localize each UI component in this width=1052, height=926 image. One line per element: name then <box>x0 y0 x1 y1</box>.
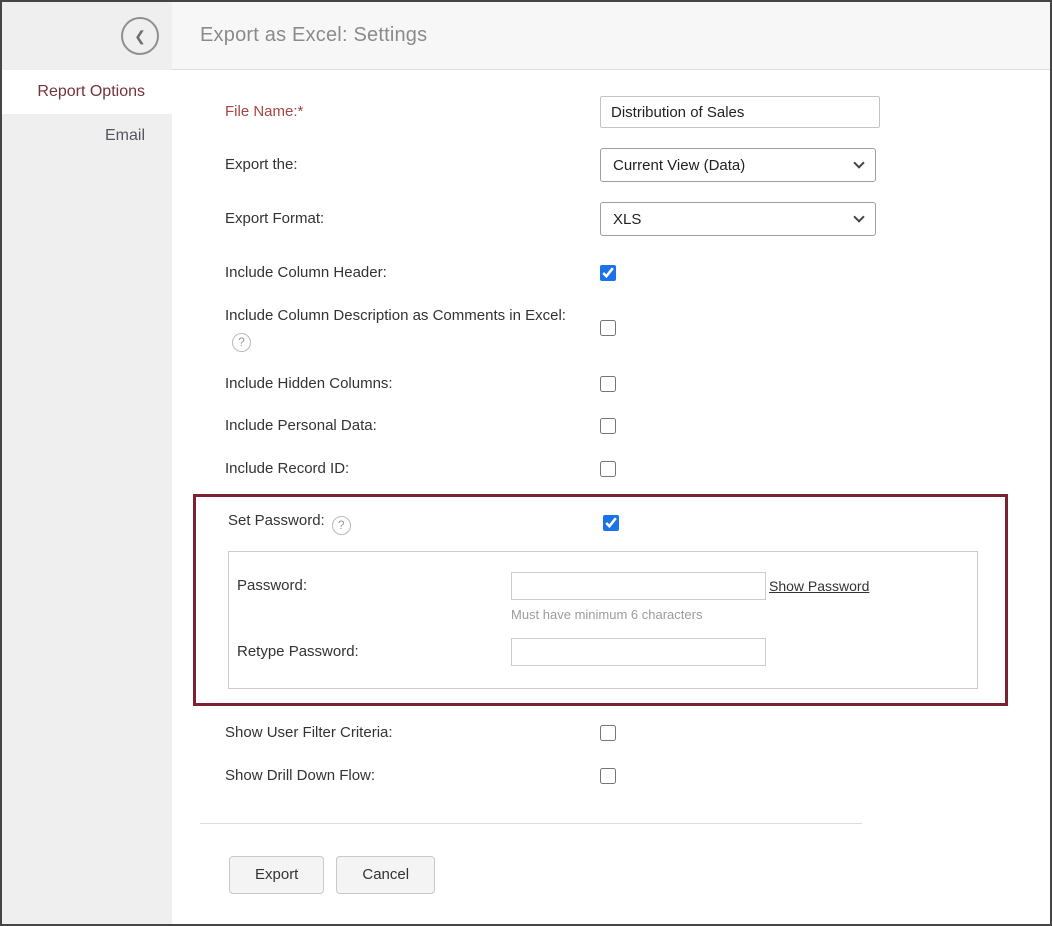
export-format-selected-value: XLS <box>613 211 641 228</box>
export-view-select[interactable]: Current View (Data) <box>600 148 876 182</box>
footer-buttons: Export Cancel <box>225 856 1050 894</box>
include-hidden-columns-row: Include Hidden Columns: <box>225 373 1050 395</box>
include-record-id-label: Include Record ID: <box>225 458 600 480</box>
include-personal-data-checkbox[interactable] <box>600 418 616 434</box>
page-title: Export as Excel: Settings <box>200 24 427 47</box>
help-icon[interactable]: ? <box>332 516 351 535</box>
include-hidden-columns-label: Include Hidden Columns: <box>225 373 600 395</box>
show-user-filter-criteria-label: Show User Filter Criteria: <box>225 722 600 744</box>
show-user-filter-criteria-row: Show User Filter Criteria: <box>225 722 1050 744</box>
sidebar-item-report-options[interactable]: Report Options <box>2 70 172 114</box>
file-name-row: File Name:* <box>225 96 1050 128</box>
password-field-group: Must have minimum 6 characters <box>511 572 766 622</box>
password-fields-box: Password: Must have minimum 6 characters… <box>228 551 978 689</box>
include-record-id-row: Include Record ID: <box>225 458 1050 480</box>
export-view-row: Export the: Current View (Data) <box>225 148 1050 182</box>
help-icon[interactable]: ? <box>232 333 251 352</box>
include-hidden-columns-checkbox[interactable] <box>600 376 616 392</box>
include-column-header-label: Include Column Header: <box>225 262 600 284</box>
sidebar-item-email[interactable]: Email <box>2 114 172 158</box>
file-name-label: File Name:* <box>225 101 600 123</box>
sidebar: ❮ Report Options Email <box>2 2 172 924</box>
sidebar-nav: Report Options Email <box>2 70 172 158</box>
include-column-description-row: Include Column Description as Comments i… <box>225 305 1050 352</box>
include-column-description-checkbox[interactable] <box>600 320 616 336</box>
show-drill-down-flow-row: Show Drill Down Flow: <box>225 765 1050 787</box>
show-drill-down-flow-label: Show Drill Down Flow: <box>225 765 600 787</box>
header: Export as Excel: Settings <box>172 2 1050 70</box>
chevron-down-icon <box>853 211 864 222</box>
back-button[interactable]: ❮ <box>121 17 159 55</box>
show-drill-down-flow-checkbox[interactable] <box>600 768 616 784</box>
cancel-button[interactable]: Cancel <box>336 856 435 894</box>
include-column-header-checkbox[interactable] <box>600 265 616 281</box>
export-format-select[interactable]: XLS <box>600 202 876 236</box>
password-section-annotation: Set Password:? Password: Must have minim… <box>193 494 1008 706</box>
chevron-left-icon: ❮ <box>134 28 146 45</box>
include-personal-data-row: Include Personal Data: <box>225 415 1050 437</box>
include-personal-data-label: Include Personal Data: <box>225 415 600 437</box>
retype-password-input[interactable] <box>511 638 766 666</box>
file-name-input[interactable] <box>600 96 880 128</box>
retype-password-row: Retype Password: <box>237 638 977 666</box>
export-format-row: Export Format: XLS <box>225 202 1050 236</box>
set-password-checkbox[interactable] <box>603 515 619 531</box>
settings-form: File Name:* Export the: Current View (Da… <box>172 70 1050 924</box>
show-password-link[interactable]: Show Password <box>769 572 869 594</box>
password-row: Password: Must have minimum 6 characters… <box>237 572 977 622</box>
divider <box>200 823 862 824</box>
retype-password-label: Retype Password: <box>237 638 511 660</box>
password-label: Password: <box>237 572 511 594</box>
back-button-area: ❮ <box>2 2 172 70</box>
main-panel: Export as Excel: Settings File Name:* Ex… <box>172 2 1050 924</box>
show-user-filter-criteria-checkbox[interactable] <box>600 725 616 741</box>
export-format-label: Export Format: <box>225 208 600 230</box>
set-password-row: Set Password:? <box>228 510 985 535</box>
include-column-description-label: Include Column Description as Comments i… <box>225 305 600 352</box>
export-button[interactable]: Export <box>229 856 324 894</box>
include-column-header-row: Include Column Header: <box>225 262 1050 284</box>
password-hint: Must have minimum 6 characters <box>511 607 766 622</box>
export-view-selected-value: Current View (Data) <box>613 157 745 174</box>
include-record-id-checkbox[interactable] <box>600 461 616 477</box>
export-settings-window: ❮ Report Options Email Export as Excel: … <box>0 0 1052 926</box>
chevron-down-icon <box>853 157 864 168</box>
set-password-label: Set Password:? <box>228 510 603 535</box>
export-view-label: Export the: <box>225 154 600 176</box>
password-input[interactable] <box>511 572 766 600</box>
